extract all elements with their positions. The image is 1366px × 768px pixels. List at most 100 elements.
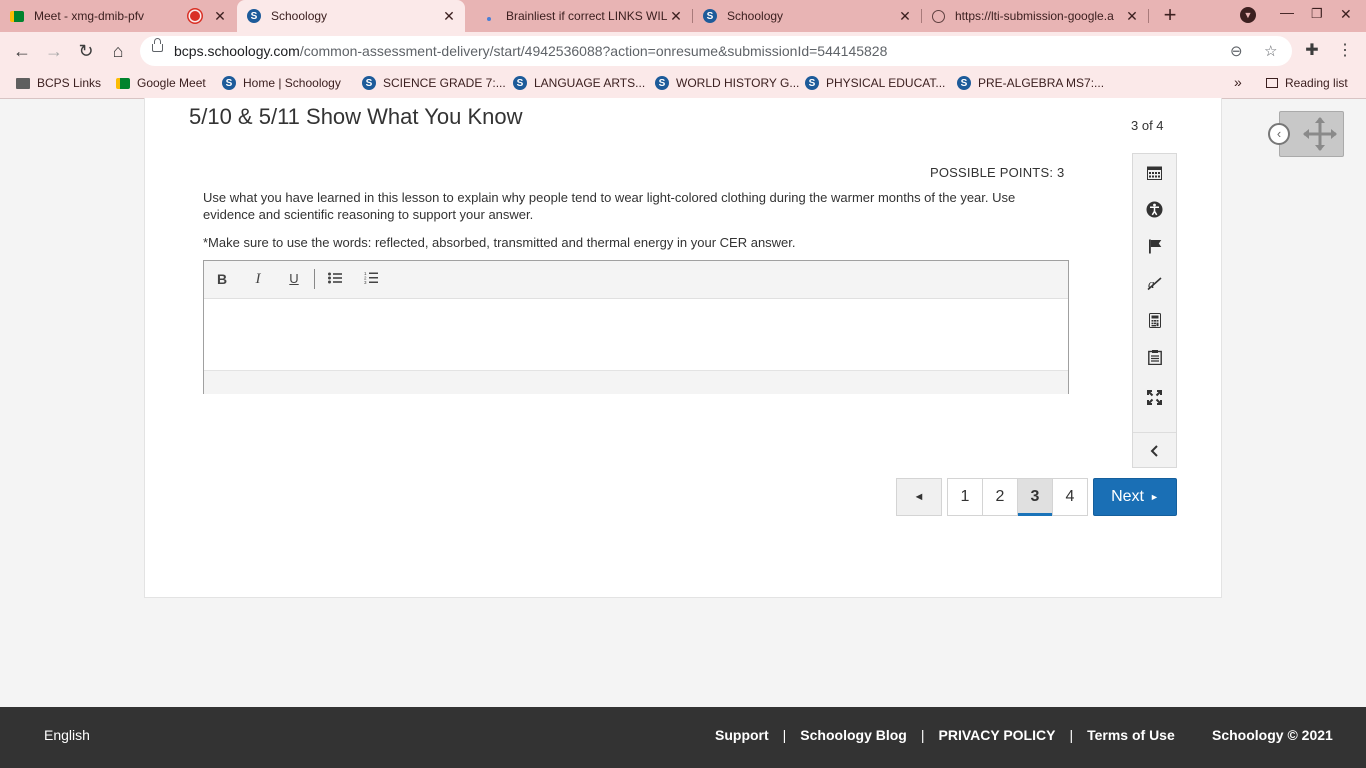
bookmark-label: Home | Schoology xyxy=(243,76,341,90)
fullscreen-icon[interactable] xyxy=(1133,382,1176,412)
bookmark-label: BCPS Links xyxy=(37,76,102,90)
calculator-icon[interactable] xyxy=(1133,305,1176,335)
brainly-icon xyxy=(482,9,496,23)
answer-eliminator-icon[interactable]: a xyxy=(1133,268,1176,298)
bookmark-science[interactable]: S SCIENCE GRADE 7:... xyxy=(362,76,506,90)
url-host: bcps.schoology.com xyxy=(174,43,300,59)
address-bar[interactable]: bcps.schoology.com/common-assessment-del… xyxy=(140,36,1292,66)
schoology-icon: S xyxy=(957,76,971,90)
italic-icon[interactable]: I xyxy=(248,269,268,289)
page-button-4[interactable]: 4 xyxy=(1052,478,1088,516)
play-triangle-icon: ► xyxy=(1149,492,1159,502)
footer-separator: | xyxy=(782,727,787,743)
schoology-icon: S xyxy=(222,76,236,90)
tab-schoology-active[interactable]: S Schoology ✕ xyxy=(237,0,465,32)
answer-textarea[interactable] xyxy=(204,298,1068,370)
next-label: Next xyxy=(1111,488,1144,505)
globe-icon xyxy=(932,9,945,23)
tab-brainly[interactable]: Brainliest if correct LINKS WIL ✕ xyxy=(472,0,692,32)
tab-search-chevron-icon[interactable]: ▼ xyxy=(1240,7,1256,23)
underline-icon[interactable]: U xyxy=(284,269,304,289)
bookmarks-bar: BCPS Links Google Meet S Home | Schoolog… xyxy=(0,70,1366,99)
terms-of-use-link[interactable]: Terms of Use xyxy=(1087,727,1175,743)
url-text[interactable]: bcps.schoology.com/common-assessment-del… xyxy=(174,43,887,59)
restore-icon[interactable]: ❐ xyxy=(1311,6,1323,22)
zoom-icon[interactable]: ⊖ xyxy=(1230,42,1243,60)
window-close-icon[interactable]: ✕ xyxy=(1340,6,1352,23)
close-tab-icon[interactable]: ✕ xyxy=(1124,8,1140,25)
schoology-icon: S xyxy=(362,76,376,90)
recording-indicator-icon xyxy=(190,11,200,21)
bookmark-bcps-links[interactable]: BCPS Links xyxy=(16,76,101,90)
bookmark-home-schoology[interactable]: S Home | Schoology xyxy=(222,76,341,90)
bookmark-google-meet[interactable]: Google Meet xyxy=(116,76,206,90)
extensions-puzzle-icon[interactable]: ✚ xyxy=(1300,39,1324,63)
google-meet-icon xyxy=(10,9,24,23)
page-button-2[interactable]: 2 xyxy=(982,478,1018,516)
copyright: Schoology © 2021 xyxy=(1212,727,1333,743)
schoology-blog-link[interactable]: Schoology Blog xyxy=(800,727,907,743)
reading-list-button[interactable]: Reading list xyxy=(1266,76,1348,90)
bookmark-label: PRE-ALGEBRA MS7:... xyxy=(978,76,1105,90)
tab-lti-submission[interactable]: https://lti-submission-google.a ✕ xyxy=(922,0,1148,32)
bookmark-label: PHYSICAL EDUCAT... xyxy=(826,76,946,90)
question-note: *Make sure to use the words: reflected, … xyxy=(203,235,796,250)
tab-separator xyxy=(1148,9,1149,23)
tab-meet[interactable]: Meet - xmg-dmib-pfv ✕ xyxy=(0,0,236,32)
close-tab-icon[interactable]: ✕ xyxy=(668,8,684,25)
more-bookmarks-chevron-icon[interactable]: » xyxy=(1234,74,1242,90)
schoology-icon: S xyxy=(703,9,717,23)
chevron-left-icon[interactable] xyxy=(1133,436,1176,466)
tab-schoology[interactable]: S Schoology ✕ xyxy=(693,0,921,32)
bookmark-label: WORLD HISTORY G... xyxy=(676,76,800,90)
bullet-list-icon[interactable] xyxy=(325,269,345,289)
accessibility-icon[interactable] xyxy=(1133,194,1176,224)
calendar-icon[interactable] xyxy=(1133,158,1176,188)
reading-list-label: Reading list xyxy=(1285,76,1348,90)
new-tab-plus-icon[interactable]: + xyxy=(1158,4,1182,28)
bookmark-star-icon[interactable]: ☆ xyxy=(1264,42,1277,60)
page-footer: English Support | Schoology Blog | PRIVA… xyxy=(0,707,1366,768)
support-link[interactable]: Support xyxy=(715,727,769,743)
bookmark-label: Google Meet xyxy=(137,76,206,90)
previous-page-button[interactable]: ◄ xyxy=(896,478,942,516)
bookmark-world-history[interactable]: S WORLD HISTORY G... xyxy=(655,76,799,90)
bold-icon[interactable]: B xyxy=(212,269,232,289)
notepad-icon[interactable] xyxy=(1133,342,1176,372)
menu-kebab-icon[interactable]: ⋮ xyxy=(1333,39,1357,63)
home-icon[interactable]: ⌂ xyxy=(106,39,130,63)
close-tab-icon[interactable]: ✕ xyxy=(212,8,228,25)
reload-icon[interactable]: ↻ xyxy=(74,39,98,63)
flag-icon[interactable] xyxy=(1133,231,1176,261)
move-widget[interactable]: ‹ xyxy=(1268,111,1344,159)
next-button[interactable]: Next ► xyxy=(1093,478,1177,516)
question-prompt: Use what you have learned in this lesson… xyxy=(203,190,1016,222)
url-path: /common-assessment-delivery/start/494253… xyxy=(299,43,888,59)
reading-list-icon xyxy=(1266,78,1278,88)
close-tab-icon[interactable]: ✕ xyxy=(441,8,457,25)
forward-arrow-icon[interactable]: → xyxy=(42,39,66,63)
tab-title: Brainliest if correct LINKS WIL xyxy=(506,9,668,23)
close-tab-icon[interactable]: ✕ xyxy=(897,8,913,25)
collapse-chevron-icon[interactable]: ‹ xyxy=(1268,123,1290,145)
schoology-icon: S xyxy=(247,9,261,23)
page-button-3-current[interactable]: 3 xyxy=(1017,478,1053,516)
schoology-icon: S xyxy=(805,76,819,90)
privacy-policy-link[interactable]: PRIVACY POLICY xyxy=(939,727,1056,743)
tools-rail: a xyxy=(1132,153,1177,468)
move-arrows-icon[interactable] xyxy=(1302,116,1338,159)
footer-separator: | xyxy=(1069,727,1074,743)
tab-title: https://lti-submission-google.a xyxy=(955,9,1114,23)
language-selector[interactable]: English xyxy=(44,727,90,743)
minimize-icon[interactable]: — xyxy=(1280,4,1294,20)
numbered-list-icon[interactable]: 123 xyxy=(361,269,381,289)
editor-toolbar: B I U 123 xyxy=(204,261,1068,299)
bookmark-physical-education[interactable]: S PHYSICAL EDUCAT... xyxy=(805,76,945,90)
bookmark-label: LANGUAGE ARTS... xyxy=(534,76,646,90)
bookmark-language-arts[interactable]: S LANGUAGE ARTS... xyxy=(513,76,645,90)
back-arrow-icon[interactable]: ← xyxy=(10,39,34,63)
page-button-1[interactable]: 1 xyxy=(947,478,983,516)
tab-title: Meet - xmg-dmib-pfv xyxy=(34,9,145,23)
bookmark-pre-algebra[interactable]: S PRE-ALGEBRA MS7:... xyxy=(957,76,1104,90)
footer-separator: | xyxy=(920,727,925,743)
